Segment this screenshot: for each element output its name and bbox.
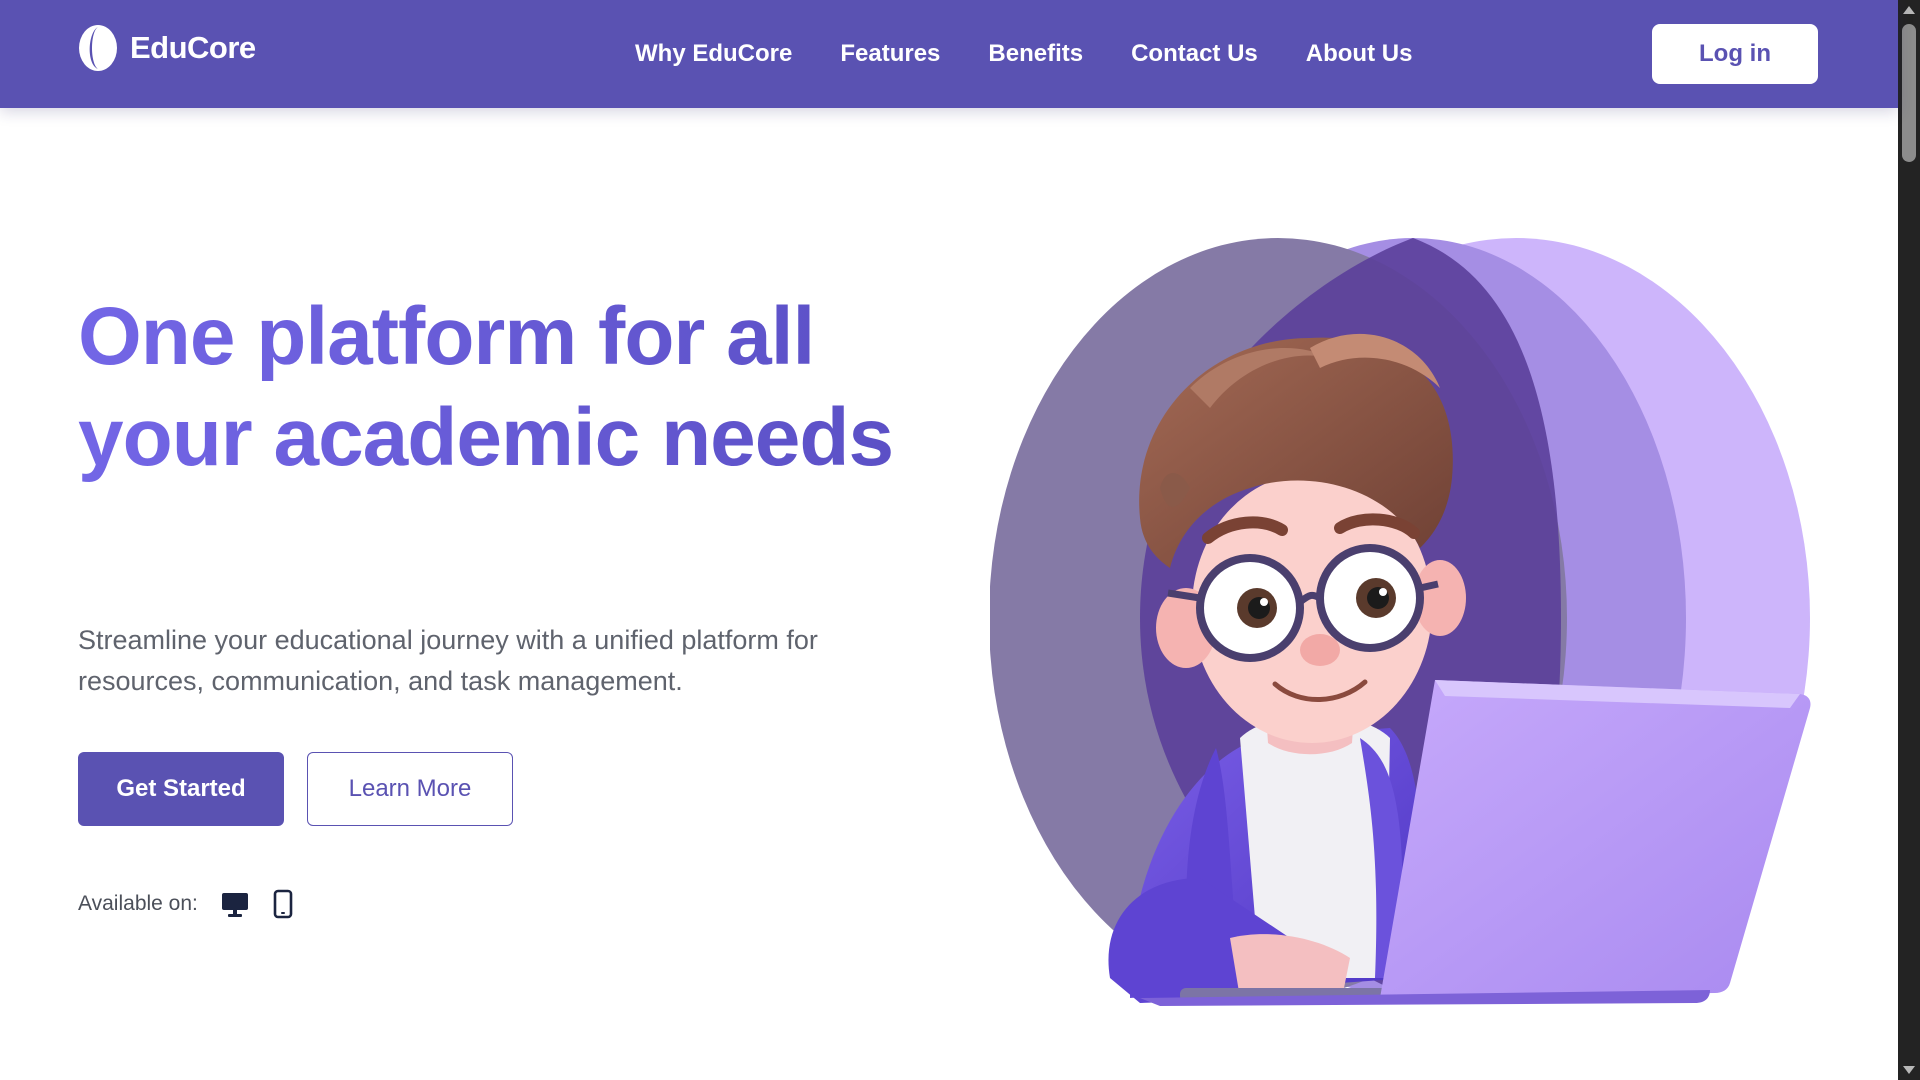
student-with-laptop-illustration	[990, 238, 1811, 1006]
nav-link-about-us[interactable]: About Us	[1306, 40, 1413, 68]
scroll-thumb[interactable]	[1902, 24, 1916, 162]
page-scrollbar[interactable]	[1898, 0, 1920, 1080]
nav-link-contact-us[interactable]: Contact Us	[1131, 40, 1258, 68]
top-navbar: EduCore Why EduCore Features Benefits Co…	[0, 0, 1898, 108]
desktop-icon	[221, 893, 248, 917]
hero-subtitle: Streamline your educational journey with…	[78, 625, 818, 696]
nav-link-benefits[interactable]: Benefits	[988, 40, 1083, 68]
brand-name: EduCore	[130, 30, 256, 65]
hero-title: One platform for all your academic needs	[78, 286, 938, 488]
main-nav: Why EduCore Features Benefits Contact Us…	[635, 0, 1412, 108]
login-button[interactable]: Log in	[1652, 24, 1818, 84]
available-platforms: Available on:	[78, 884, 294, 924]
nav-link-why-educore[interactable]: Why EduCore	[635, 40, 792, 68]
half-moon-logo-icon	[79, 25, 117, 71]
scroll-up-arrow-icon[interactable]	[1903, 6, 1915, 14]
brand[interactable]: EduCore	[78, 24, 256, 72]
scroll-down-arrow-icon[interactable]	[1903, 1066, 1915, 1074]
mobile-icon	[273, 889, 293, 919]
nav-link-features[interactable]: Features	[840, 40, 940, 68]
available-on-label: Available on:	[78, 892, 198, 915]
get-started-button[interactable]: Get Started	[78, 752, 284, 826]
learn-more-button[interactable]: Learn More	[307, 752, 513, 826]
